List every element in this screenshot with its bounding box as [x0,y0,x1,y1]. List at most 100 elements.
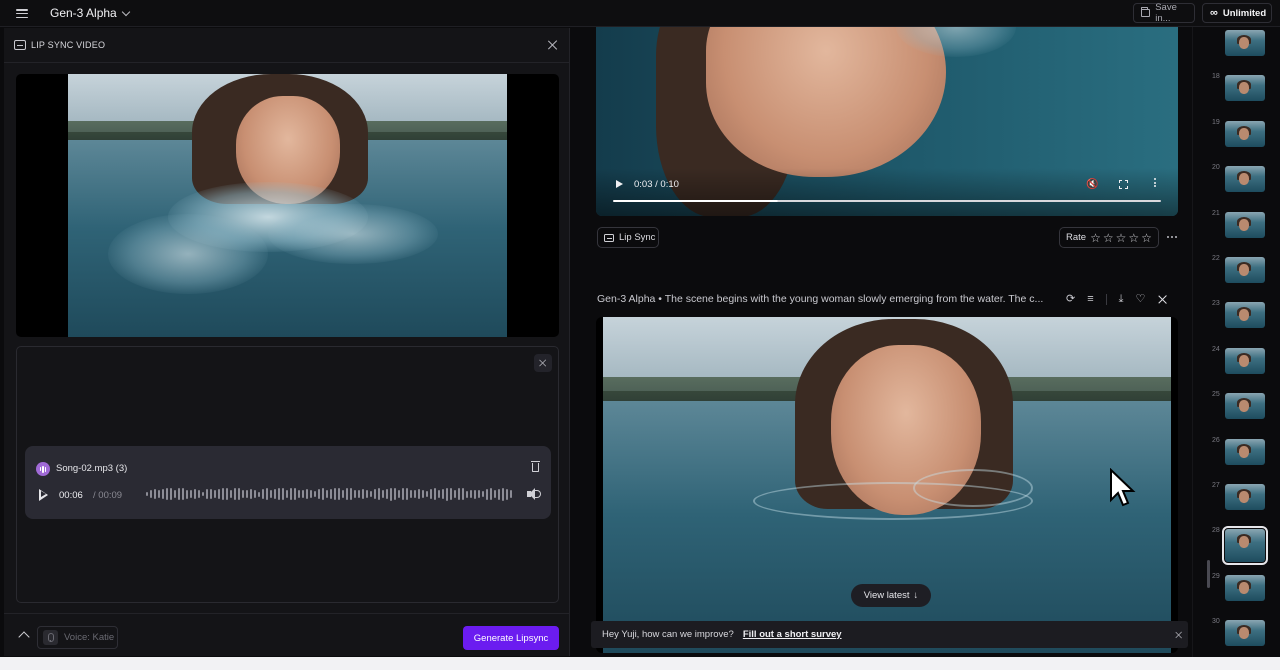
chevron-down-icon [121,7,130,16]
waveform-bar [166,487,168,501]
voice-label: Voice: Katie [64,632,115,643]
more-options-icon[interactable] [1154,178,1156,187]
rail-scroll-indicator[interactable] [1207,560,1210,588]
video-time: 0:03 / 0:10 [634,179,679,190]
waveform-bar [178,488,180,500]
star-icon[interactable]: ☆ [1090,232,1101,244]
waveform-bar [386,488,388,500]
generation-thumbnail[interactable] [1225,166,1265,193]
thumbnail-number: 28 [1212,527,1220,535]
generation-thumbnail[interactable] [1225,30,1265,56]
waveform-bar [334,487,336,501]
generate-lipsync-button[interactable]: Generate Lipsync [463,626,559,650]
heart-icon[interactable]: ♡ [1136,293,1146,305]
thumbnail-number: 25 [1212,391,1220,399]
star-icon[interactable]: ☆ [1141,232,1152,244]
generation-thumbnail[interactable] [1225,120,1265,147]
waveform-bar [186,489,188,499]
generation-thumbnail[interactable] [1225,393,1265,420]
video-controls [596,168,1178,216]
waveform-bar [486,488,488,500]
waveform-bar [210,488,212,500]
waveform-bar [366,490,368,498]
waveform-bar [230,489,232,499]
generated-video-player[interactable]: 0:03 / 0:10 🔇 [596,27,1178,216]
thumbnail-number: 22 [1212,255,1220,262]
waveform-bar [294,488,296,500]
waveform-bar [198,489,200,499]
waveform-bar [270,489,272,499]
generation-thumbnail[interactable] [1225,620,1265,647]
waveform-bar [226,488,228,500]
generation-thumbnail[interactable] [1225,75,1265,102]
more-options-icon[interactable] [1167,236,1177,238]
lip-sync-button[interactable]: Lip Sync [597,227,659,248]
survey-link[interactable]: Fill out a short survey [743,629,842,640]
save-in-button[interactable]: Save in... [1133,2,1195,24]
download-icon[interactable]: ⤓ [1119,293,1124,305]
video-progress-bar[interactable] [613,200,1161,202]
close-panel-icon[interactable] [547,39,559,51]
source-video-preview[interactable] [16,74,559,337]
voice-selector[interactable]: Voice: Katie [37,626,118,649]
survey-banner: Hey Yuji, how can we improve? Fill out a… [591,621,1188,648]
close-icon[interactable] [1175,631,1183,639]
chevron-up-icon[interactable] [18,631,30,643]
generation-thumbnail[interactable] [1225,347,1265,374]
generation-thumbnail[interactable] [1225,302,1265,329]
volume-icon[interactable] [527,488,541,500]
star-icon[interactable]: ☆ [1116,232,1127,244]
waveform-bar [242,489,244,499]
thumbnail-number: 27 [1212,482,1220,489]
generation-thumbnail[interactable] [1225,211,1265,238]
generation-caption[interactable]: Gen-3 Alpha • The scene begins with the … [597,293,1057,305]
model-selector[interactable]: Gen-3 Alpha [50,6,130,20]
waveform-bar [410,490,412,498]
star-icon[interactable]: ☆ [1103,232,1114,244]
view-latest-button[interactable]: View latest ↓ [851,584,931,607]
generation-thumbnail[interactable] [1225,438,1265,465]
play-icon[interactable] [616,180,623,188]
waveform-bar [422,490,424,498]
trash-icon[interactable] [531,461,540,472]
generation-actions: ⟳ ≡ ⤓ ♡ [1066,292,1168,306]
lipsync-footer: Voice: Katie Generate Lipsync [4,613,570,656]
lip-sync-label: Lip Sync [619,232,656,243]
waveform-bar [162,489,164,499]
waveform-bar [426,490,428,498]
remove-audio-area-button[interactable] [534,354,552,372]
star-icon[interactable]: ☆ [1128,232,1139,244]
play-icon[interactable] [39,489,48,501]
waveform-bar [454,489,456,499]
waveform-bar [234,488,236,500]
waveform-bar [510,489,512,499]
waveform-bar [170,488,172,500]
waveform-bar [322,488,324,500]
thumbnail-number: 20 [1212,164,1220,172]
unlimited-plan-button[interactable]: ∞ Unlimited [1202,3,1272,23]
generation-thumbnail[interactable] [1225,574,1265,601]
close-icon[interactable] [1157,294,1168,305]
waveform-bar [274,489,276,499]
waveform-bar [342,489,344,499]
generation-thumbnail[interactable] [1225,484,1265,510]
regenerate-icon[interactable]: ⟳ [1066,293,1075,305]
waveform-bar [398,489,400,499]
generation-thumbnail[interactable] [1225,257,1265,283]
waveform-bar [206,489,208,499]
mute-icon[interactable]: 🔇 [1086,179,1098,190]
waveform-bar [358,489,360,499]
audio-drop-area[interactable]: Song-02.mp3 (3) 00:06 / 00:09 [16,346,559,603]
waveform-bar [498,488,500,500]
generation-thumbnail[interactable] [1222,526,1268,566]
waveform-bar [502,487,504,501]
waveform-bar [246,489,248,499]
waveform-bar [450,488,452,500]
audio-waveform[interactable] [146,485,518,503]
fullscreen-icon[interactable] [1119,180,1128,189]
hamburger-menu-icon[interactable] [14,7,30,20]
waveform-bar [174,489,176,499]
waveform-bar [222,487,224,501]
details-icon[interactable]: ≡ [1087,293,1093,305]
waveform-bar [418,489,420,499]
